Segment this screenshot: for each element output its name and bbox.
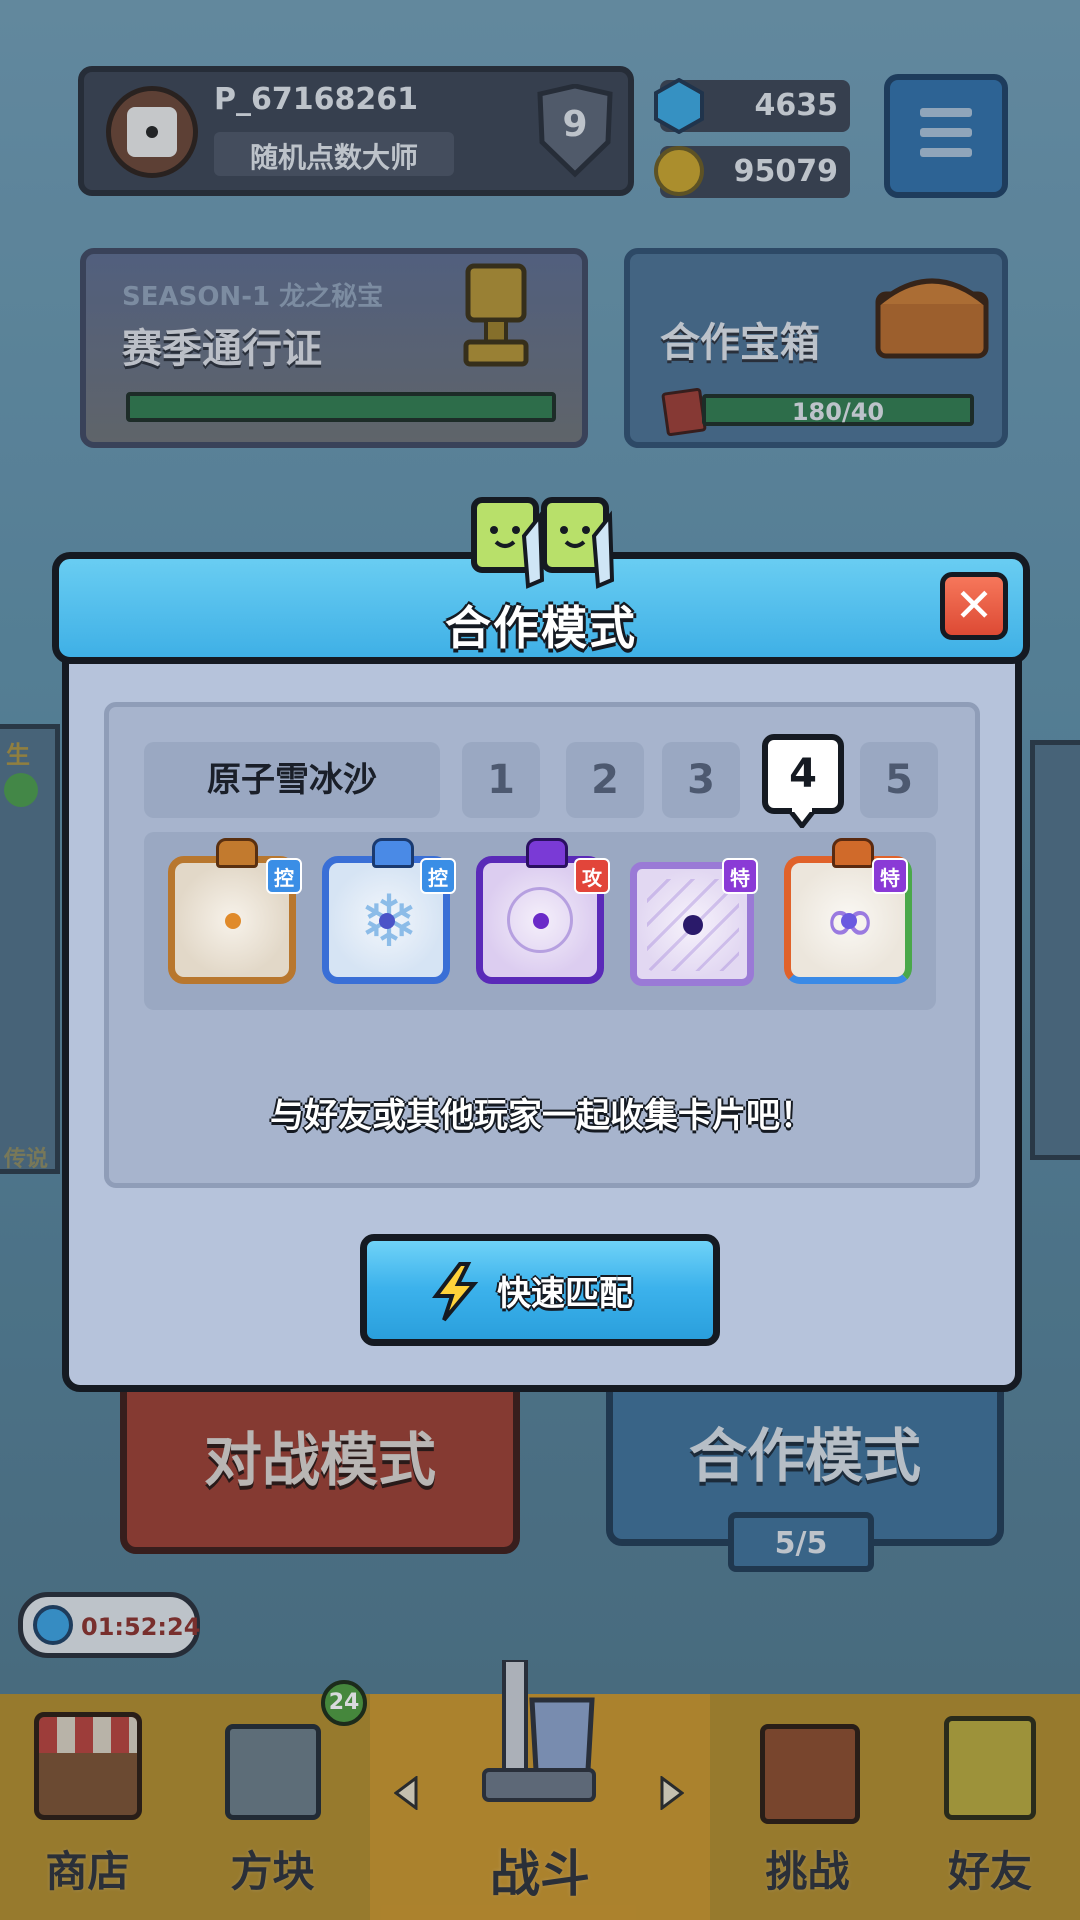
selected-slot-pointer: [782, 805, 822, 831]
dragon-crest-icon: [216, 838, 258, 868]
deck-slot-2[interactable]: 2: [566, 742, 644, 818]
deck-slot-5[interactable]: 5: [860, 742, 938, 818]
dragon-crest-icon: [832, 838, 874, 868]
card-3-tag: 攻: [574, 858, 610, 894]
deck-slot-3[interactable]: 3: [662, 742, 740, 818]
close-button[interactable]: ✕: [940, 572, 1008, 640]
deck-slot-4[interactable]: 4: [762, 734, 844, 814]
card-1-tag: 控: [266, 858, 302, 894]
mascot-icon: [470, 496, 545, 592]
deck-slot-1[interactable]: 1: [462, 742, 540, 818]
dialog-description: 与好友或其他玩家一起收集卡片吧！: [270, 1096, 814, 1136]
dragon-crest-icon: [526, 838, 568, 868]
card-4-tag: 特: [722, 858, 758, 894]
card-2-tag: 控: [420, 858, 456, 894]
mascot-icon: [540, 496, 615, 592]
deck-name[interactable]: 原子雪冰沙: [144, 742, 440, 818]
dragon-crest-icon: [372, 838, 414, 868]
card-5-tag: 特: [872, 858, 908, 894]
dialog-title: 合作模式: [445, 601, 637, 655]
close-icon: ✕: [954, 578, 994, 632]
quick-match-label: 快速匹配: [497, 1274, 633, 1314]
